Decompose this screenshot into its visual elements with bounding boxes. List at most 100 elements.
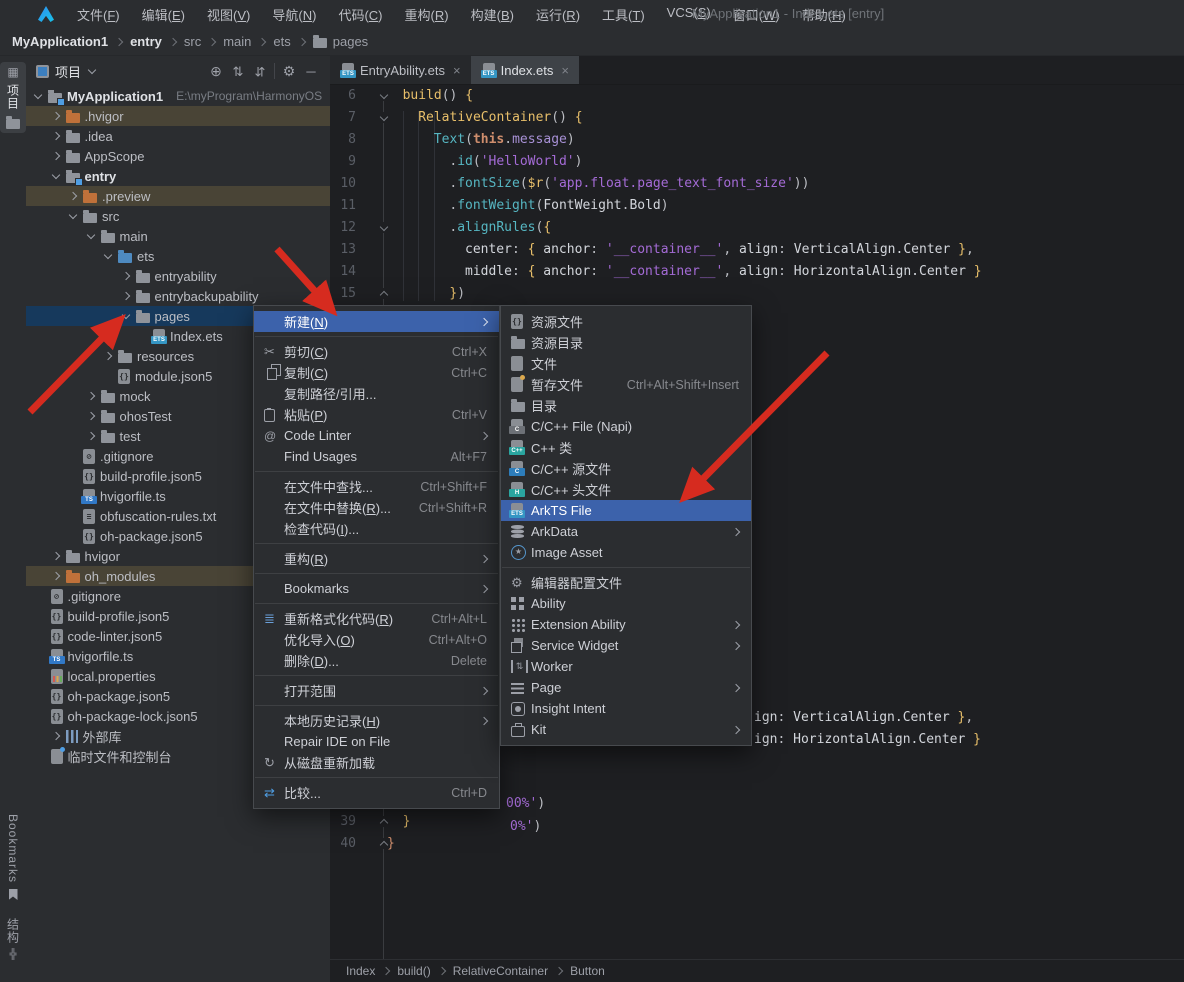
- tree-row-AppScope[interactable]: AppScope: [26, 146, 330, 166]
- chevron-right-icon[interactable]: [121, 293, 131, 299]
- editor-breadcrumb-RelativeContainer[interactable]: RelativeContainer: [453, 964, 548, 978]
- context-menu-item-新建(N)[interactable]: 新建(N): [254, 311, 499, 332]
- toolbar-expand-all-button[interactable]: ⇅: [227, 60, 249, 82]
- breadcrumb-item-ets[interactable]: ets: [273, 34, 290, 49]
- editor-breadcrumb-build()[interactable]: build(): [397, 964, 430, 978]
- toolbar-hide-button[interactable]: ─: [300, 60, 322, 82]
- chevron-right-icon[interactable]: [51, 133, 61, 139]
- tree-row-entry[interactable]: entry: [26, 166, 330, 186]
- context-menu-item-删除(D)...[interactable]: 删除(D)...Delete: [254, 650, 499, 671]
- new-submenu-item-Extension Ability[interactable]: Extension Ability: [501, 614, 751, 635]
- toolbar-locate-button[interactable]: ⊕: [205, 60, 227, 82]
- editor-breadcrumb-Button[interactable]: Button: [570, 964, 605, 978]
- tab-Index.ets[interactable]: ETSIndex.ets×: [471, 56, 579, 84]
- menubar-item-8[interactable]: 工具(T): [591, 1, 656, 28]
- new-submenu-item-Insight Intent[interactable]: Insight Intent: [501, 698, 751, 719]
- chevron-right-icon[interactable]: [51, 153, 61, 159]
- editor-breadcrumb-Index[interactable]: Index: [346, 964, 375, 978]
- chevron-right-icon[interactable]: [121, 273, 131, 279]
- fold-end-icon[interactable]: [378, 288, 389, 299]
- menubar-item-3[interactable]: 导航(N): [261, 1, 327, 28]
- context-menu-item-Find Usages[interactable]: Find UsagesAlt+F7: [254, 446, 499, 467]
- activity-tab-project[interactable]: ▦项目: [0, 62, 26, 133]
- breadcrumb-item-MyApplication1[interactable]: MyApplication1: [12, 34, 108, 49]
- new-submenu-item-ArkTS File[interactable]: ETSArkTS File: [501, 500, 751, 521]
- close-icon[interactable]: ×: [453, 63, 461, 78]
- breadcrumb-item-main[interactable]: main: [223, 34, 251, 49]
- new-submenu-item-C/C++ 源文件[interactable]: CC/C++ 源文件: [501, 458, 751, 479]
- chevron-right-icon[interactable]: [103, 353, 113, 359]
- tree-row-.idea[interactable]: .idea: [26, 126, 330, 146]
- context-menu-item-重新格式化代码(R)[interactable]: ≣重新格式化代码(R)Ctrl+Alt+L: [254, 608, 499, 629]
- fold-end-icon[interactable]: [378, 816, 389, 827]
- fold-collapse-icon[interactable]: [378, 112, 389, 123]
- context-menu-item-优化导入(O)[interactable]: 优化导入(O)Ctrl+Alt+O: [254, 629, 499, 650]
- menubar-item-2[interactable]: 视图(V): [196, 1, 261, 28]
- fold-end-icon[interactable]: [378, 838, 389, 849]
- breadcrumb-item-src[interactable]: src: [184, 34, 201, 49]
- tree-row-ets[interactable]: ets: [26, 246, 330, 266]
- chevron-right-icon[interactable]: [51, 553, 61, 559]
- chevron-right-icon[interactable]: [86, 393, 96, 399]
- new-submenu-item-ArkData[interactable]: ArkData: [501, 521, 751, 542]
- new-submenu-item-文件[interactable]: 文件: [501, 353, 751, 374]
- menubar-item-1[interactable]: 编辑(E): [131, 1, 196, 28]
- tree-row-src[interactable]: src: [26, 206, 330, 226]
- context-menu-item-Repair IDE on File[interactable]: Repair IDE on File: [254, 731, 499, 752]
- context-menu-item-比较...[interactable]: ⇄比较...Ctrl+D: [254, 782, 499, 803]
- tab-EntryAbility.ets[interactable]: ETSEntryAbility.ets×: [330, 56, 471, 84]
- chevron-down-icon[interactable]: [103, 254, 113, 258]
- context-menu-item-复制路径/引用...[interactable]: 复制路径/引用...: [254, 383, 499, 404]
- chevron-down-icon[interactable]: [86, 234, 96, 238]
- fold-collapse-icon[interactable]: [378, 222, 389, 233]
- breadcrumb-item-entry[interactable]: entry: [130, 34, 162, 49]
- menubar-item-4[interactable]: 代码(C): [327, 1, 393, 28]
- context-menu-item-在文件中替换(R)...[interactable]: 在文件中替换(R)...Ctrl+Shift+R: [254, 497, 499, 518]
- close-icon[interactable]: ×: [561, 63, 569, 78]
- context-menu-item-Code Linter[interactable]: @Code Linter: [254, 425, 499, 446]
- toolbar-settings-button[interactable]: ⚙: [278, 60, 300, 82]
- new-submenu-item-C++ 类[interactable]: C++C++ 类: [501, 437, 751, 458]
- new-submenu-item-Ability[interactable]: Ability: [501, 593, 751, 614]
- menubar-item-6[interactable]: 构建(B): [460, 1, 525, 28]
- new-submenu-item-Worker[interactable]: ⇅Worker: [501, 656, 751, 677]
- context-menu-item-Bookmarks[interactable]: Bookmarks: [254, 578, 499, 599]
- menubar-item-0[interactable]: 文件(F): [66, 1, 131, 28]
- new-submenu-item-C/C++ 头文件[interactable]: HC/C++ 头文件: [501, 479, 751, 500]
- context-menu-item-在文件中查找...[interactable]: 在文件中查找...Ctrl+Shift+F: [254, 476, 499, 497]
- chevron-down-icon[interactable]: [33, 94, 43, 98]
- new-submenu-item-Page[interactable]: Page: [501, 677, 751, 698]
- new-submenu-item-编辑器配置文件[interactable]: ⚙编辑器配置文件: [501, 572, 751, 593]
- chevron-right-icon[interactable]: [51, 733, 61, 739]
- context-menu-item-剪切(C)[interactable]: ✂剪切(C)Ctrl+X: [254, 341, 499, 362]
- breadcrumb-item-pages[interactable]: pages: [313, 34, 368, 49]
- chevron-down-icon[interactable]: [68, 214, 78, 218]
- new-submenu-item-Image Asset[interactable]: Image Asset: [501, 542, 751, 563]
- tree-row-entrybackupability[interactable]: entrybackupability: [26, 286, 330, 306]
- activity-tab-bookmarks[interactable]: Bookmarks: [0, 814, 26, 900]
- context-menu-item-本地历史记录(H)[interactable]: 本地历史记录(H): [254, 710, 499, 731]
- tree-row-entryability[interactable]: entryability: [26, 266, 330, 286]
- new-submenu-item-C/C++ File (Napi)[interactable]: CC/C++ File (Napi): [501, 416, 751, 437]
- new-submenu-item-Kit[interactable]: Kit: [501, 719, 751, 740]
- chevron-down-icon[interactable]: [121, 314, 131, 318]
- chevron-right-icon[interactable]: [51, 113, 61, 119]
- context-menu-item-打开范围[interactable]: 打开范围: [254, 680, 499, 701]
- tree-row-.hvigor[interactable]: .hvigor: [26, 106, 330, 126]
- new-submenu-item-资源文件[interactable]: {}资源文件: [501, 311, 751, 332]
- tree-row-.preview[interactable]: .preview: [26, 186, 330, 206]
- tree-row-main[interactable]: main: [26, 226, 330, 246]
- new-submenu-item-暂存文件[interactable]: 暂存文件Ctrl+Alt+Shift+Insert: [501, 374, 751, 395]
- activity-tab-structure[interactable]: 结构╬: [0, 918, 26, 960]
- menubar-item-7[interactable]: 运行(R): [525, 1, 591, 28]
- new-submenu-item-Service Widget[interactable]: Service Widget: [501, 635, 751, 656]
- context-menu-item-粘贴(P)[interactable]: 粘贴(P)Ctrl+V: [254, 404, 499, 425]
- chevron-right-icon[interactable]: [86, 413, 96, 419]
- toolbar-collapse-all-button[interactable]: ⇅: [249, 60, 271, 82]
- menubar-item-5[interactable]: 重构(R): [394, 1, 460, 28]
- context-menu-item-从磁盘重新加载[interactable]: ↻从磁盘重新加载: [254, 752, 499, 773]
- new-submenu-item-目录[interactable]: 目录: [501, 395, 751, 416]
- context-menu-item-复制(C)[interactable]: 复制(C)Ctrl+C: [254, 362, 499, 383]
- context-menu-item-重构(R)[interactable]: 重构(R): [254, 548, 499, 569]
- new-submenu-item-资源目录[interactable]: 资源目录: [501, 332, 751, 353]
